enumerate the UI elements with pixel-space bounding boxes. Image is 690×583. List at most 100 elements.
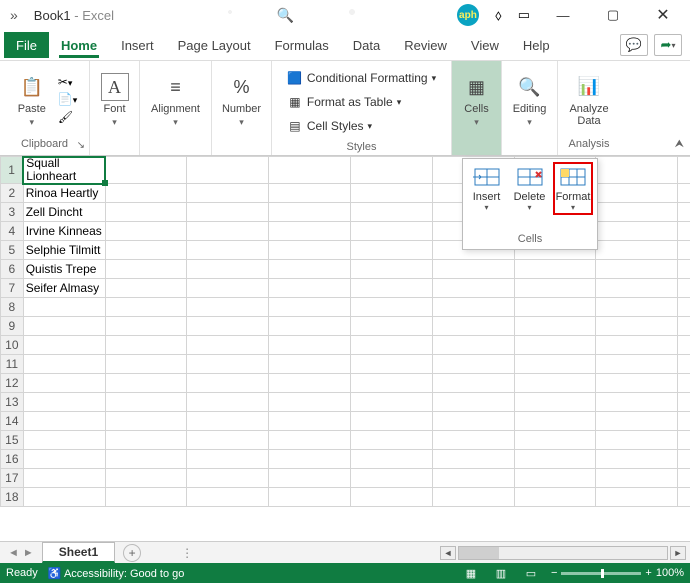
copy-button[interactable]: 📄▾ [58,92,77,108]
format-painter-button[interactable]: 🖌 [58,110,77,126]
analysis-group-label: Analysis [569,135,610,151]
cell[interactable]: Quistis Trepe [23,260,105,279]
share-button[interactable]: ➦▾ [654,34,682,56]
row-header[interactable]: 10 [1,336,24,355]
scroll-left-button[interactable]: ◄ [440,546,456,560]
format-as-table-button[interactable]: ▦Format as Table▾ [287,91,436,113]
row-header[interactable]: 3 [1,203,24,222]
row-header[interactable]: 18 [1,488,24,507]
conditional-formatting-button[interactable]: 🟦Conditional Formatting▾ [287,67,436,89]
close-button[interactable]: ✕ [646,3,680,27]
diamond-icon[interactable]: ⬨ [495,7,502,24]
alignment-group-button[interactable]: ≡ Alignment ▾ [145,71,206,128]
tab-view[interactable]: View [459,30,511,60]
ribbon-tabs: File Home Insert Page Layout Formulas Da… [0,30,690,60]
normal-view-button[interactable]: ▦ [461,565,481,581]
row-header[interactable]: 14 [1,412,24,431]
cell-styles-icon: ▤ [287,119,303,133]
zoom-level[interactable]: 100% [656,567,684,579]
quick-access-overflow-icon[interactable]: » [10,7,18,23]
number-group-button[interactable]: % Number ▾ [216,71,267,128]
sheet-nav-next[interactable]: ► [23,547,34,559]
cell[interactable]: Selphie Tilmitt [23,241,105,260]
file-tab[interactable]: File [4,32,49,58]
clipboard-launcher-icon[interactable]: ↘ [77,140,85,151]
cells-group-button[interactable]: ▦ Cells ▾ [457,71,497,128]
tab-insert[interactable]: Insert [109,30,166,60]
paste-button[interactable]: 📋 Paste ▾ [12,71,52,128]
sheet-nav-prev[interactable]: ◄ [8,547,19,559]
minimize-button[interactable]: — [546,3,580,27]
analyze-icon: 📊 [575,73,603,101]
zoom-out-button[interactable]: − [551,567,557,579]
row-header[interactable]: 11 [1,355,24,374]
row-header[interactable]: 12 [1,374,24,393]
tab-review[interactable]: Review [392,30,459,60]
tab-formulas[interactable]: Formulas [263,30,341,60]
row-header[interactable]: 2 [1,184,24,203]
cell[interactable]: Zell Dincht [23,203,105,222]
insert-cells-icon [471,165,503,189]
page-break-view-button[interactable]: ▭ [521,565,541,581]
ribbon: 📋 Paste ▾ ✂▾ 📄▾ 🖌 Clipboard ↘ A Font ▾ [0,60,690,156]
tab-home[interactable]: Home [49,30,109,60]
tab-help[interactable]: Help [511,30,562,60]
cell[interactable]: Seifer Almasy [23,279,105,298]
row-header[interactable]: 7 [1,279,24,298]
cells-icon: ▦ [463,73,491,101]
format-cells-icon [557,165,589,189]
row-header[interactable]: 5 [1,241,24,260]
page-layout-view-button[interactable]: ▥ [491,565,511,581]
analyze-data-button[interactable]: 📊 Analyze Data [563,71,614,129]
window-title: Book1 - Excel [34,8,114,23]
cells-panel-group-label: Cells [463,233,597,245]
search-icon[interactable]: 🔍 [277,7,294,24]
cells-dropdown-panel: Insert ▾ Delete ▾ Format ▾ Cells [462,158,598,250]
status-ready: Ready [6,567,38,579]
row-header[interactable]: 17 [1,469,24,488]
cut-button[interactable]: ✂▾ [58,75,77,91]
row-header[interactable]: 8 [1,298,24,317]
row-header[interactable]: 9 [1,317,24,336]
sheet-tab-active[interactable]: Sheet1 [42,542,115,563]
tab-page-layout[interactable]: Page Layout [166,30,263,60]
title-bar: » Book1 - Excel 🔍 aph ⬨ ▭ — ▢ ✕ [0,0,690,30]
horizontal-scrollbar[interactable]: ◄ ► [440,546,690,560]
delete-cells-icon [514,165,546,189]
format-cells-button[interactable]: Format ▾ [553,162,593,215]
new-sheet-button[interactable]: + [123,544,141,562]
zoom-in-button[interactable]: + [645,567,651,579]
editing-group-button[interactable]: 🔍 Editing ▾ [507,71,553,128]
cell[interactable]: Rinoa Heartly [23,184,105,203]
tab-data[interactable]: Data [341,30,392,60]
table-icon: ▦ [287,95,303,109]
insert-cells-button[interactable]: Insert ▾ [467,165,506,215]
alignment-icon: ≡ [162,73,190,101]
find-icon: 🔍 [516,73,544,101]
scroll-right-button[interactable]: ► [670,546,686,560]
delete-cells-button[interactable]: Delete ▾ [510,165,549,215]
zoom-slider[interactable] [561,572,641,575]
status-bar: Ready ♿ Accessibility: Good to go ▦ ▥ ▭ … [0,563,690,583]
font-group-button[interactable]: A Font ▾ [95,71,135,128]
collapse-ribbon-icon[interactable]: ⮝ [675,138,684,151]
cell[interactable]: Irvine Kinneas [23,222,105,241]
ribbon-display-options-icon[interactable]: ▭ [518,7,530,23]
sheet-tab-bar: ◄ ► Sheet1 + ⋮ ◄ ► [0,541,690,563]
maximize-button[interactable]: ▢ [596,3,630,27]
account-badge[interactable]: aph [457,4,479,26]
row-header[interactable]: 4 [1,222,24,241]
row-header[interactable]: 1 [1,157,24,184]
font-icon: A [101,73,129,101]
row-header[interactable]: 6 [1,260,24,279]
cell-A1[interactable]: SquallLionheart [23,157,105,184]
accessibility-status[interactable]: ♿ Accessibility: Good to go [48,567,185,580]
row-header[interactable]: 15 [1,431,24,450]
percent-icon: % [228,73,256,101]
clipboard-group-label: Clipboard [21,135,68,151]
comments-button[interactable]: 💬 [620,34,648,56]
styles-group-label: Styles [347,139,377,153]
row-header[interactable]: 16 [1,450,24,469]
row-header[interactable]: 13 [1,393,24,412]
cell-styles-button[interactable]: ▤Cell Styles▾ [287,115,436,137]
